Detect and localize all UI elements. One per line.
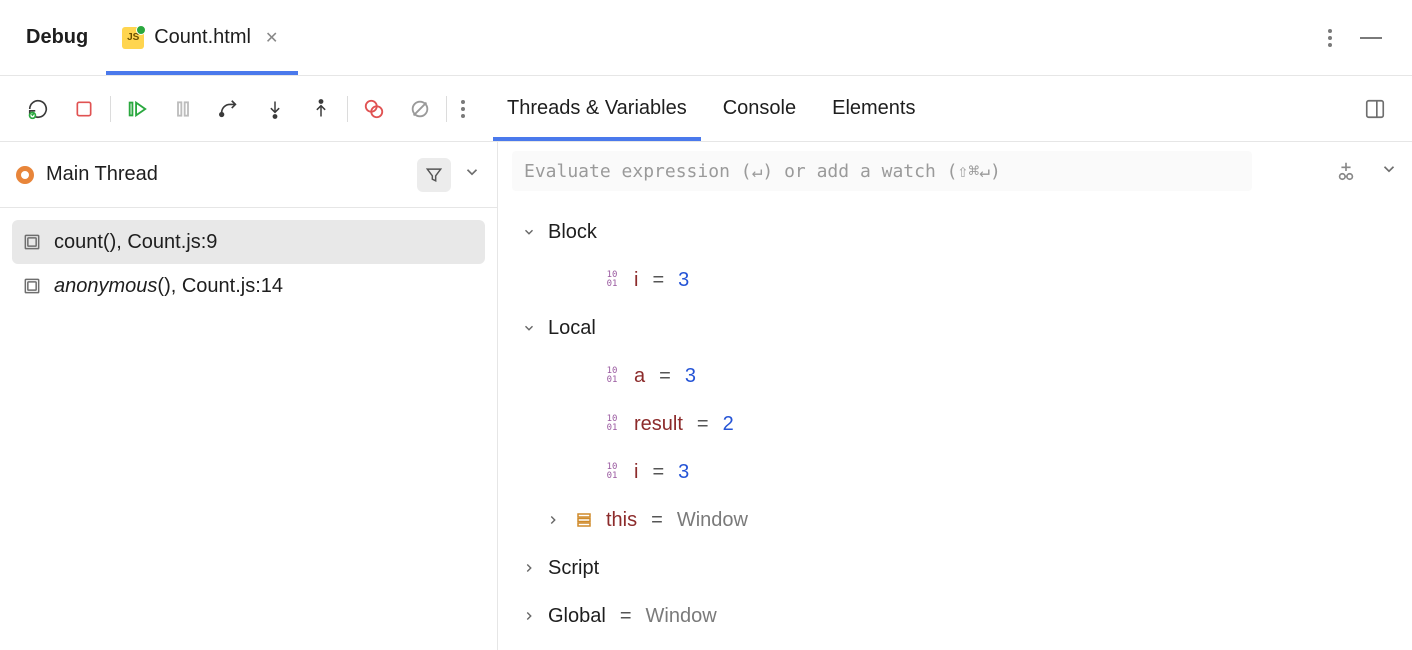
chevron-down-icon (520, 319, 538, 337)
close-tab-icon[interactable]: ✕ (261, 28, 282, 48)
variables-pane: Block 1001 i = 3 Local 1001 a = 3 (498, 142, 1412, 650)
debug-toolbar: Threads & Variables Console Elements (0, 76, 1412, 142)
var-name: a (634, 365, 645, 388)
primitive-var-icon: 1001 (600, 415, 624, 433)
object-var-icon (572, 511, 596, 529)
frame-icon (22, 232, 42, 252)
var-name: this (606, 509, 637, 532)
debug-tabs: Threads & Variables Console Elements (507, 76, 915, 141)
scope-block[interactable]: Block (512, 208, 1398, 256)
scope-global[interactable]: Global = Window (512, 592, 1398, 640)
more-tools (447, 100, 479, 118)
scope-label: Local (548, 317, 596, 340)
watch-options-chevron[interactable] (1380, 160, 1398, 183)
primitive-var-icon: 1001 (600, 271, 624, 289)
title-right (1328, 29, 1400, 47)
layout-settings-icon[interactable] (1364, 98, 1386, 120)
toolbar-right (1364, 98, 1400, 120)
file-tab-count-html[interactable]: JS Count.html ✕ (106, 0, 298, 75)
var-value: 3 (678, 269, 689, 292)
add-watch-icon[interactable] (1334, 159, 1358, 183)
more-tools-icon[interactable] (461, 100, 465, 118)
filter-button[interactable] (417, 158, 451, 192)
frame-icon (22, 276, 42, 296)
stack-frame[interactable]: anonymous(), Count.js:14 (12, 264, 485, 308)
primitive-var-icon: 1001 (600, 463, 624, 481)
thread-status-icon (16, 166, 34, 184)
debug-tool-title: Debug (12, 26, 106, 49)
primitive-var-icon: 1001 (600, 367, 624, 385)
var-name: i (634, 461, 638, 484)
main-body: Main Thread count(), Count.js:9 anonym (0, 142, 1412, 650)
var-value: 2 (723, 413, 734, 436)
scope-label: Block (548, 221, 597, 244)
view-breakpoints-icon[interactable] (362, 97, 386, 121)
tab-elements[interactable]: Elements (832, 76, 915, 141)
stack-frame[interactable]: count(), Count.js:9 (12, 220, 485, 264)
thread-name: Main Thread (46, 163, 405, 186)
frames-pane: Main Thread count(), Count.js:9 anonym (0, 142, 498, 650)
scope-label: Script (548, 557, 599, 580)
variable-row[interactable]: 1001 i = 3 (512, 256, 1398, 304)
variable-row[interactable]: this = Window (512, 496, 1398, 544)
chevron-down-icon (520, 223, 538, 241)
var-value: 3 (685, 365, 696, 388)
thread-expand-chevron[interactable] (463, 163, 481, 186)
chevron-right-icon (520, 559, 538, 577)
var-value: 3 (678, 461, 689, 484)
step-into-icon[interactable] (263, 97, 287, 121)
variables-tree: Block 1001 i = 3 Local 1001 a = 3 (498, 200, 1412, 648)
title-left: Debug JS Count.html ✕ (12, 0, 298, 75)
tab-console[interactable]: Console (723, 76, 796, 141)
evaluate-expression-input[interactable] (512, 151, 1252, 191)
chevron-right-icon (520, 607, 538, 625)
chevron-right-icon (544, 511, 562, 529)
var-name: result (634, 413, 683, 436)
variable-row[interactable]: 1001 i = 3 (512, 448, 1398, 496)
frame-label: count(), Count.js:9 (54, 231, 217, 254)
var-value: Window (677, 509, 748, 532)
eval-actions (1334, 159, 1398, 183)
var-value: Window (646, 605, 717, 628)
variable-row[interactable]: 1001 a = 3 (512, 352, 1398, 400)
step-out-icon[interactable] (309, 97, 333, 121)
rerun-icon[interactable] (26, 97, 50, 121)
stack-frames: count(), Count.js:9 anonymous(), Count.j… (0, 208, 497, 320)
stop-icon[interactable] (72, 97, 96, 121)
titlebar: Debug JS Count.html ✕ (0, 0, 1412, 76)
pause-icon[interactable] (171, 97, 195, 121)
run-controls (12, 97, 110, 121)
minimize-icon[interactable] (1360, 37, 1382, 39)
breakpoint-controls (348, 97, 446, 121)
thread-header: Main Thread (0, 142, 497, 208)
file-tab-label: Count.html (154, 26, 251, 49)
js-file-icon: JS (122, 27, 144, 49)
step-controls (111, 97, 347, 121)
scope-script[interactable]: Script (512, 544, 1398, 592)
var-name: i (634, 269, 638, 292)
frame-label: anonymous(), Count.js:14 (54, 275, 283, 298)
scope-label: Global (548, 605, 606, 628)
resume-icon[interactable] (125, 97, 149, 121)
step-over-icon[interactable] (217, 97, 241, 121)
variable-row[interactable]: 1001 result = 2 (512, 400, 1398, 448)
mute-breakpoints-icon[interactable] (408, 97, 432, 121)
more-options-icon[interactable] (1328, 29, 1332, 47)
evaluate-row (498, 142, 1412, 200)
tab-threads-variables[interactable]: Threads & Variables (507, 76, 687, 141)
scope-local[interactable]: Local (512, 304, 1398, 352)
